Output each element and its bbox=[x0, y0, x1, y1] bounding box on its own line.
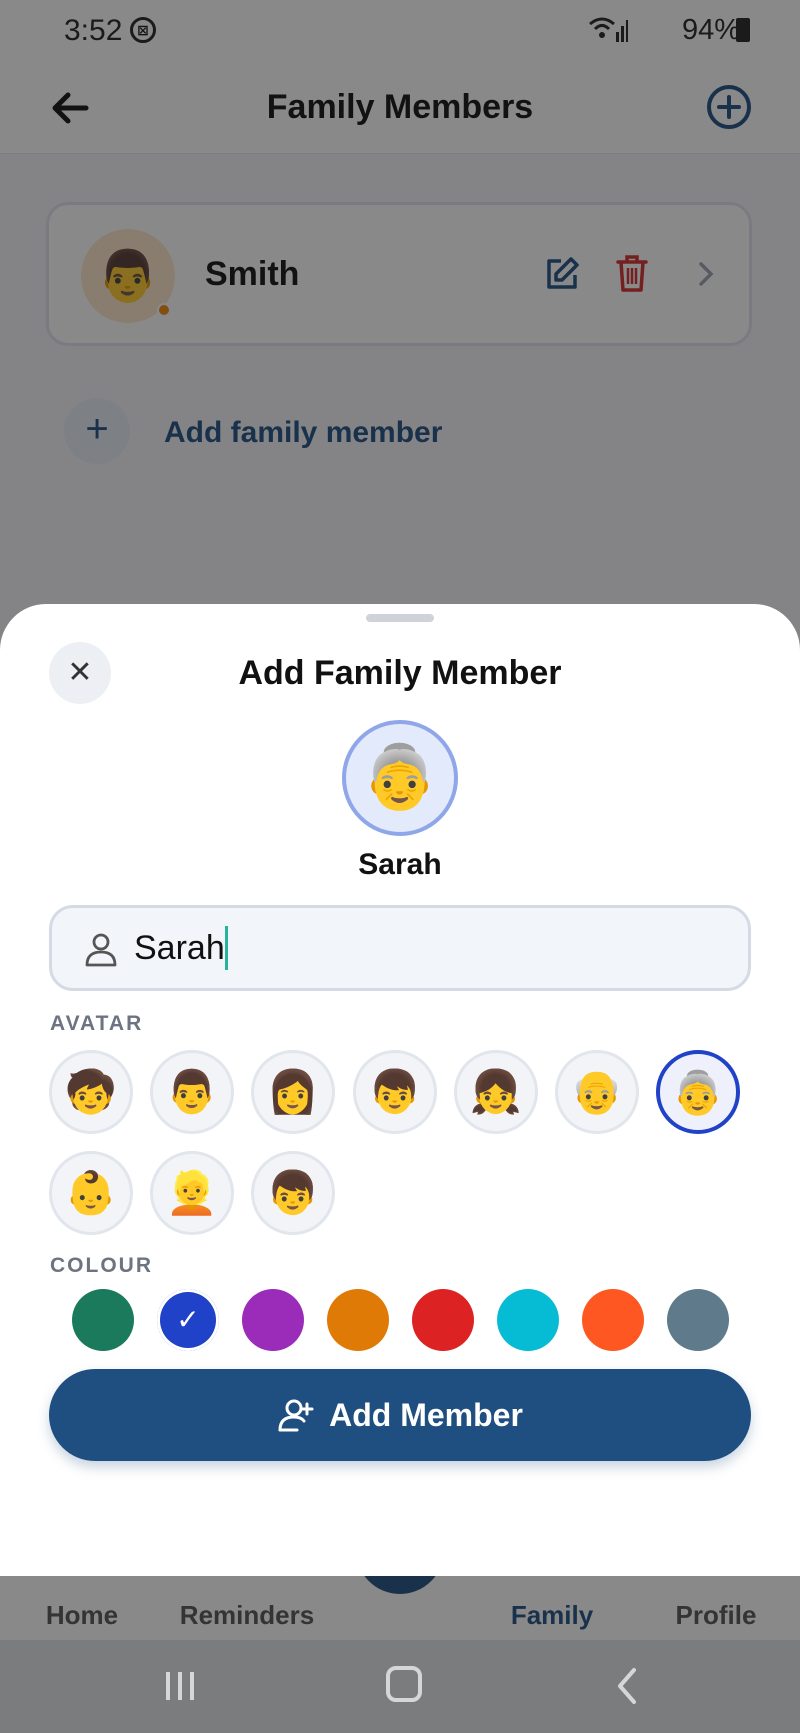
sheet-title: Add Family Member bbox=[238, 654, 562, 692]
colour-swatch[interactable] bbox=[667, 1289, 729, 1351]
avatar-option[interactable]: 👨 bbox=[150, 1050, 234, 1134]
colour-swatch[interactable] bbox=[72, 1289, 134, 1351]
colour-swatch-selected[interactable]: ✓ bbox=[157, 1289, 219, 1351]
add-member-label: Add Member bbox=[329, 1396, 523, 1433]
system-back-icon[interactable] bbox=[612, 1666, 642, 1706]
person-add-icon bbox=[278, 1399, 314, 1432]
avatar-option[interactable]: 👧 bbox=[454, 1050, 538, 1134]
colour-swatch[interactable] bbox=[582, 1289, 644, 1351]
text-cursor bbox=[225, 926, 228, 970]
avatar-option[interactable]: 👴 bbox=[555, 1050, 639, 1134]
colour-swatch[interactable] bbox=[412, 1289, 474, 1351]
avatar-option[interactable]: 👱 bbox=[150, 1151, 234, 1235]
drag-handle[interactable] bbox=[366, 614, 434, 622]
person-icon bbox=[85, 933, 117, 967]
avatar-option[interactable]: 👶 bbox=[49, 1151, 133, 1235]
system-navigation-bar bbox=[0, 1640, 800, 1733]
colour-swatch[interactable] bbox=[242, 1289, 304, 1351]
preview-avatar: 👵 bbox=[342, 720, 458, 836]
name-field[interactable] bbox=[49, 905, 751, 991]
add-member-button[interactable]: Add Member bbox=[49, 1369, 751, 1461]
colour-section-label: COLOUR bbox=[50, 1254, 153, 1277]
avatar-option[interactable]: 👦 bbox=[353, 1050, 437, 1134]
preview-name: Sarah bbox=[358, 848, 442, 881]
recent-apps-icon[interactable] bbox=[162, 1668, 198, 1704]
add-member-sheet: ✕ Add Family Member 👵 Sarah AVATAR 🧒 👨 👩… bbox=[0, 604, 800, 1576]
colour-swatch[interactable] bbox=[497, 1289, 559, 1351]
avatar-option[interactable]: 👩 bbox=[251, 1050, 335, 1134]
colour-swatch[interactable] bbox=[327, 1289, 389, 1351]
avatar-option[interactable]: 🧒 bbox=[49, 1050, 133, 1134]
avatar-section-label: AVATAR bbox=[50, 1012, 144, 1035]
avatar-option-selected[interactable]: 👵 bbox=[656, 1050, 740, 1134]
home-icon[interactable] bbox=[386, 1666, 422, 1702]
name-input[interactable] bbox=[134, 908, 694, 988]
avatar-option[interactable]: 👦 bbox=[251, 1151, 335, 1235]
